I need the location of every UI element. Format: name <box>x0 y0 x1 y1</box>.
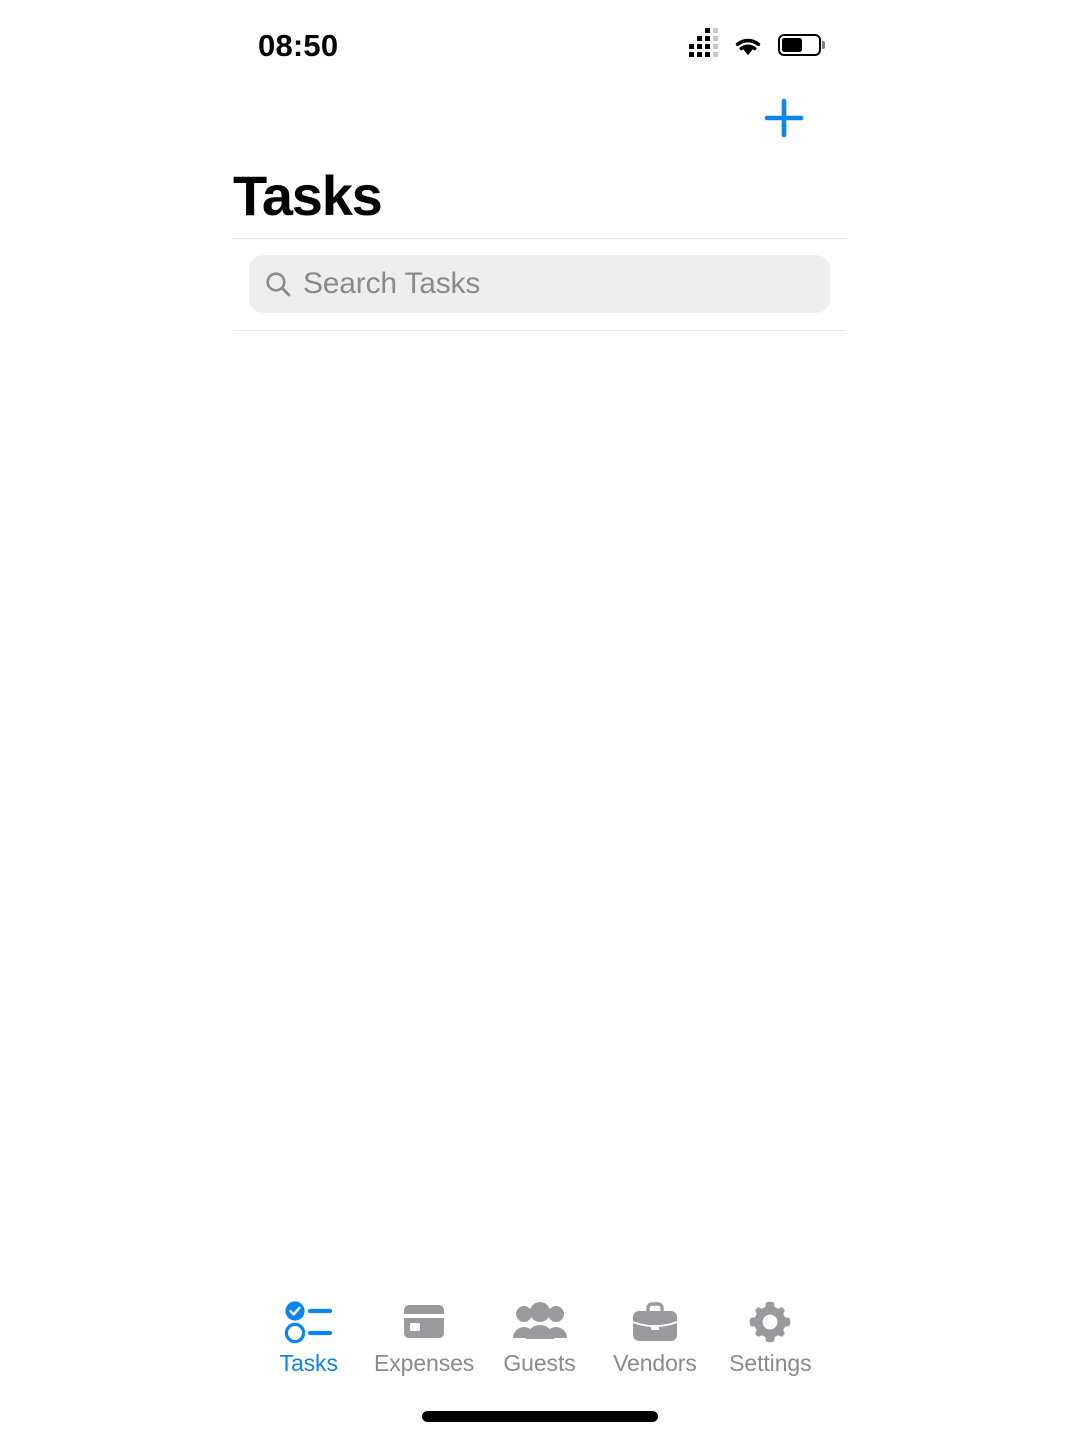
checklist-icon <box>284 1300 334 1344</box>
people-group-icon <box>511 1300 569 1344</box>
status-bar: 08:50 <box>233 0 846 84</box>
cellular-dots-icon <box>689 28 718 57</box>
nav-divider-bottom <box>233 330 846 331</box>
status-bar-time: 08:50 <box>258 27 339 63</box>
tab-tasks-label: Tasks <box>279 1350 338 1376</box>
app-screen: 08:50 Tasks Search Tasks Tasks Expenses … <box>0 0 1080 1439</box>
search-icon <box>266 272 291 297</box>
tab-vendors[interactable]: Vendors <box>597 1296 712 1375</box>
tab-settings[interactable]: Settings <box>713 1296 828 1375</box>
plus-icon <box>764 98 804 138</box>
search-container: Search Tasks <box>233 239 846 330</box>
nav-actions-row <box>233 84 846 152</box>
tab-settings-label: Settings <box>729 1350 812 1376</box>
gear-icon <box>747 1300 793 1344</box>
tab-guests[interactable]: Guests <box>482 1296 597 1375</box>
tab-vendors-label: Vendors <box>613 1350 697 1376</box>
cellular-bar-3 <box>705 28 710 57</box>
cellular-bar-2 <box>697 36 702 57</box>
wifi-icon <box>735 38 761 55</box>
search-placeholder-text: Search Tasks <box>303 267 481 300</box>
navigation-bar: Tasks Search Tasks <box>233 84 846 331</box>
task-list <box>233 341 846 1291</box>
tab-tasks[interactable]: Tasks <box>251 1296 366 1375</box>
status-bar-icons <box>689 27 825 58</box>
tab-guests-label: Guests <box>503 1350 576 1376</box>
briefcase-icon <box>629 1300 681 1344</box>
tab-expenses-label: Expenses <box>374 1350 475 1376</box>
tab-expenses[interactable]: Expenses <box>366 1296 481 1375</box>
home-indicator[interactable] <box>422 1411 658 1422</box>
cellular-bar-1 <box>689 44 694 57</box>
search-input[interactable]: Search Tasks <box>249 255 830 313</box>
cellular-bar-4 <box>713 28 718 57</box>
tab-bar: Tasks Expenses Guests Vendors Settings <box>233 1296 846 1394</box>
add-task-button[interactable] <box>756 90 812 146</box>
credit-card-icon <box>399 1300 449 1344</box>
battery-icon <box>778 34 825 56</box>
page-title: Tasks <box>233 164 383 228</box>
